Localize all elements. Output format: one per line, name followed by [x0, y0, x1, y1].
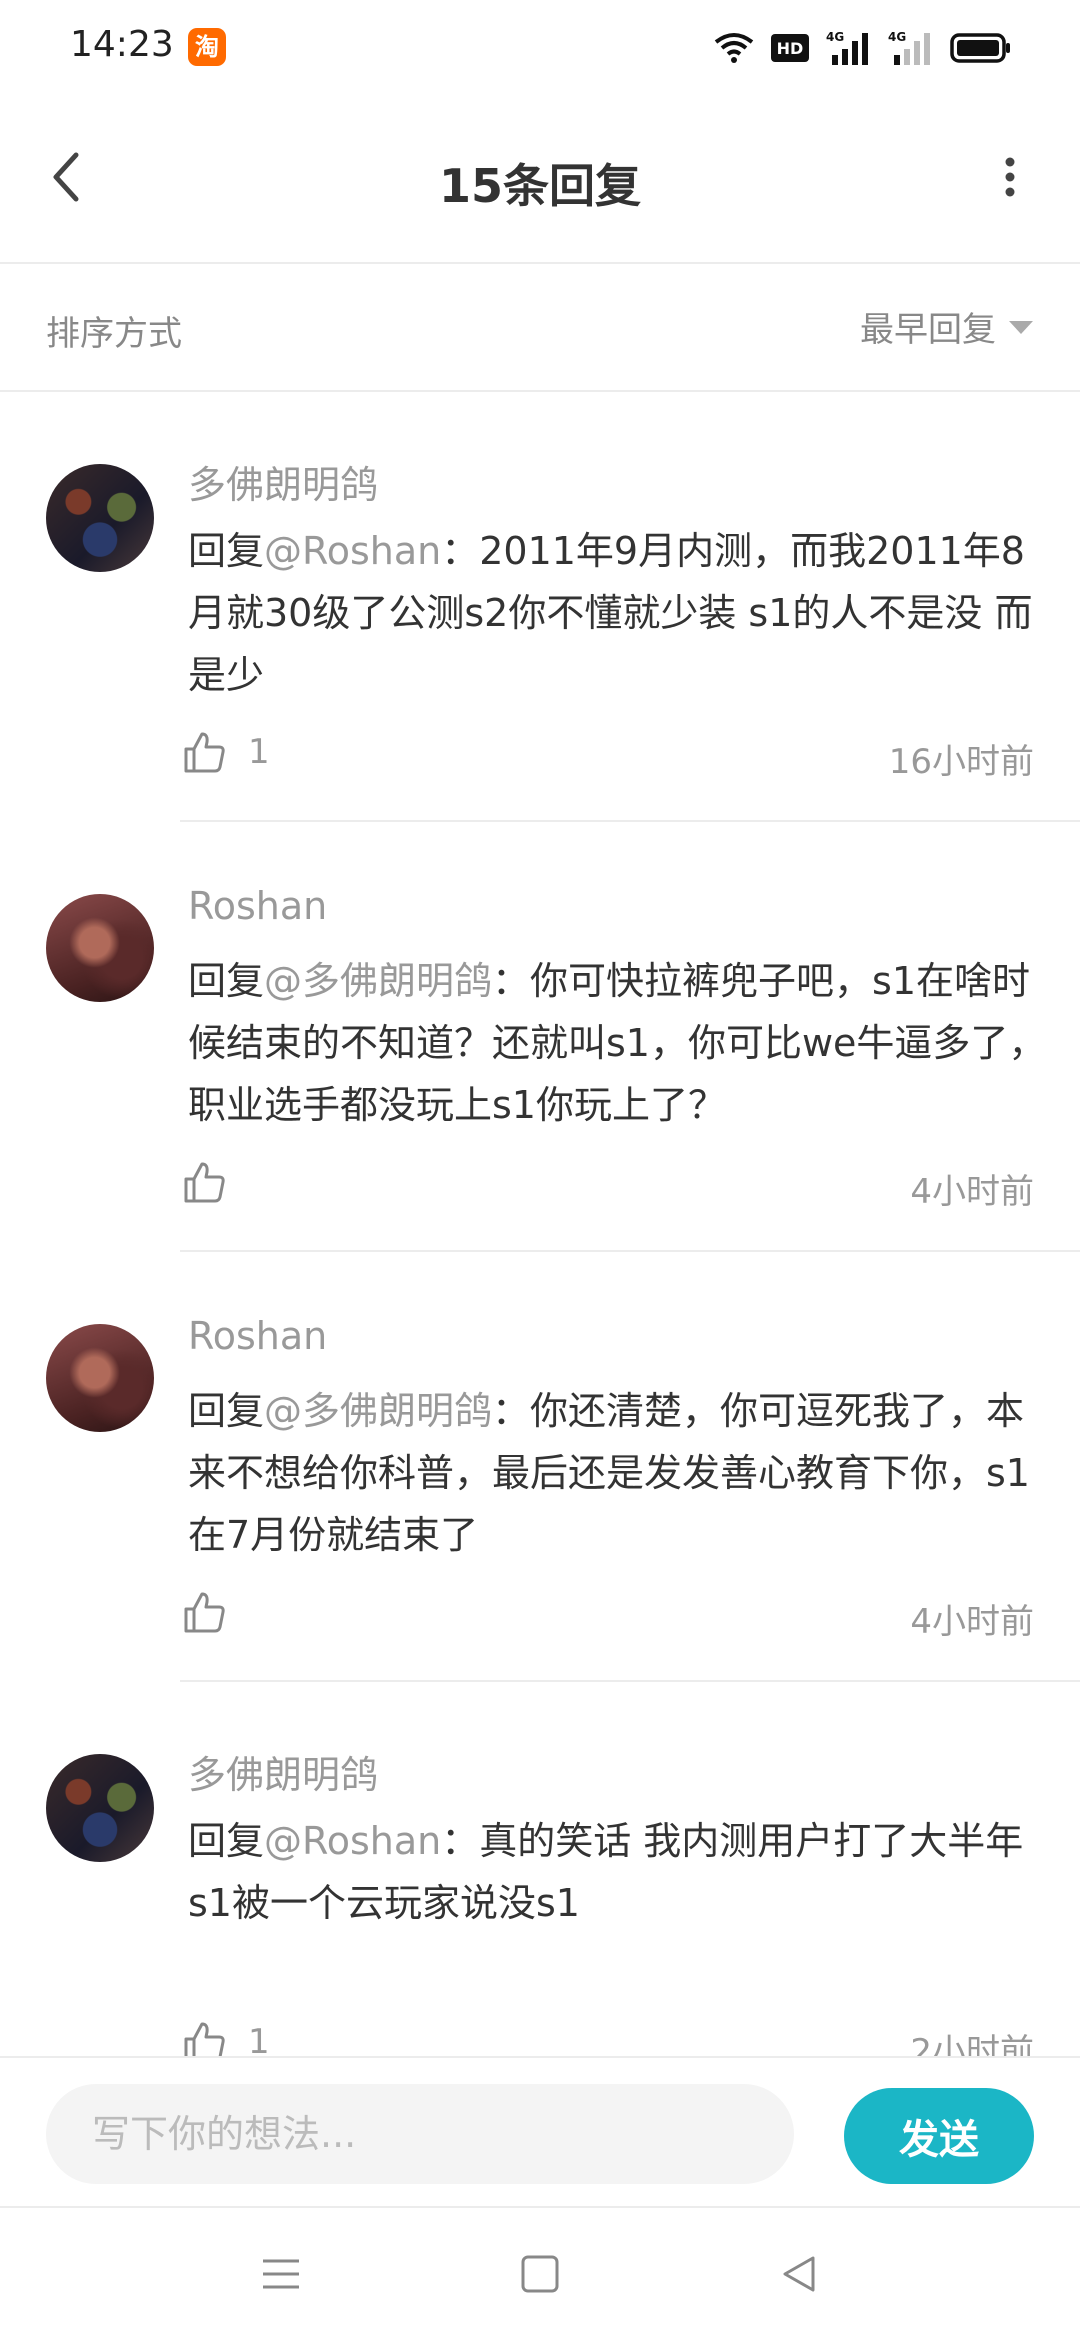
reply-composer: 发送 [0, 2056, 1080, 2206]
reply-prefix: 回复 [188, 1389, 265, 1433]
avatar[interactable] [46, 1754, 154, 1862]
back-triangle-icon [783, 2256, 815, 2292]
like-button[interactable] [182, 1590, 248, 1634]
reply-time: 2小时前 [910, 2032, 1034, 2056]
status-icons: HD 4G 4G [714, 26, 1012, 70]
thumbs-up-icon [184, 1162, 225, 1203]
more-vertical-icon [1005, 157, 1015, 197]
reply-author[interactable]: 多佛朗明鸽 [188, 1744, 378, 1799]
signal-4g-icon: 4G [888, 30, 930, 65]
avatar[interactable] [46, 894, 154, 1002]
more-options-button[interactable] [980, 142, 1040, 212]
sort-value: 最早回复 [860, 310, 996, 350]
sort-label: 排序方式 [46, 314, 182, 354]
mention-link[interactable]: @多佛朗明鸽 [264, 1389, 492, 1433]
reply-author[interactable]: 多佛朗明鸽 [188, 454, 378, 509]
reply-prefix: 回复 [188, 529, 265, 573]
sort-dropdown[interactable]: 最早回复 [860, 302, 1034, 351]
send-button[interactable]: 发送 [844, 2088, 1034, 2184]
menu-icon [263, 2259, 299, 2289]
page-title: 15条回复 [438, 159, 641, 213]
reply-item: Roshan 回复@多佛朗明鸽：你可快拉裤兜子吧，s1在啥时候结束的不知道？还就… [0, 822, 1080, 1252]
mention-link[interactable]: @Roshan [264, 1819, 441, 1863]
reply-time: 4小时前 [910, 1602, 1034, 1642]
reply-time: 16小时前 [888, 742, 1034, 782]
hd-icon: HD [771, 34, 809, 62]
avatar[interactable] [46, 1324, 154, 1432]
thumbs-up-icon [184, 732, 225, 773]
reply-list[interactable]: 多佛朗明鸽 回复@Roshan：2011年9月内测，而我2011年8月就30级了… [0, 392, 1080, 2056]
reply-author[interactable]: Roshan [188, 884, 327, 928]
status-time: 14:23 [70, 24, 174, 65]
reply-author[interactable]: Roshan [188, 1314, 327, 1358]
network-label: 4G [826, 30, 844, 44]
wifi-icon [714, 33, 754, 63]
reply-content: 回复@多佛朗明鸽：你还清楚，你可逗死我了，本来不想给你科普，最后还是发发善心教育… [188, 1380, 1048, 1566]
taobao-app-icon: 淘 [188, 28, 226, 66]
home-button[interactable] [505, 2244, 575, 2304]
reply-item: Roshan 回复@多佛朗明鸽：你还清楚，你可逗死我了，本来不想给你科普，最后还… [0, 1252, 1080, 1682]
caret-down-icon [1009, 320, 1033, 334]
thumbs-up-icon [184, 2022, 225, 2056]
reply-input[interactable] [46, 2084, 794, 2184]
like-count: 1 [248, 2022, 270, 2056]
reply-prefix: 回复 [188, 959, 265, 1003]
reply-content: 回复@Roshan：2011年9月内测，而我2011年8月就30级了公测s2你不… [188, 520, 1048, 706]
like-button[interactable]: 1 [182, 730, 270, 774]
network-label: 4G [888, 30, 906, 44]
home-square-icon [521, 2255, 559, 2293]
hd-label: HD [777, 39, 804, 58]
thumbs-up-icon [184, 1592, 225, 1633]
reply-prefix: 回复 [188, 1819, 265, 1863]
reply-time: 4小时前 [910, 1172, 1034, 1212]
reply-content: 回复@多佛朗明鸽：你可快拉裤兜子吧，s1在啥时候结束的不知道？还就叫s1，你可比… [188, 950, 1048, 1136]
sort-bar: 排序方式 最早回复 [0, 264, 1080, 392]
like-button[interactable] [182, 1160, 248, 1204]
menu-button[interactable] [246, 2244, 316, 2304]
system-nav-bar [0, 2206, 1080, 2340]
reply-content: 回复@Roshan：真的笑话 我内测用户打了大半年s1被一个云玩家说没s1 [188, 1810, 1048, 1934]
avatar[interactable] [46, 464, 154, 572]
mention-link[interactable]: @Roshan [264, 529, 441, 573]
battery-icon [950, 33, 1010, 63]
system-back-button[interactable] [764, 2244, 834, 2304]
reply-item: 多佛朗明鸽 回复@Roshan：真的笑话 我内测用户打了大半年s1被一个云玩家说… [0, 1682, 1080, 2056]
like-count: 1 [248, 732, 270, 772]
reply-item: 多佛朗明鸽 回复@Roshan：2011年9月内测，而我2011年8月就30级了… [0, 392, 1080, 822]
status-bar: 14:23 淘 HD 4G 4G [0, 0, 1080, 96]
top-app-bar: 15条回复 [0, 96, 1080, 264]
like-button[interactable]: 1 [182, 2020, 270, 2056]
signal-4g-icon: 4G [826, 30, 868, 65]
mention-link[interactable]: @多佛朗明鸽 [264, 959, 492, 1003]
